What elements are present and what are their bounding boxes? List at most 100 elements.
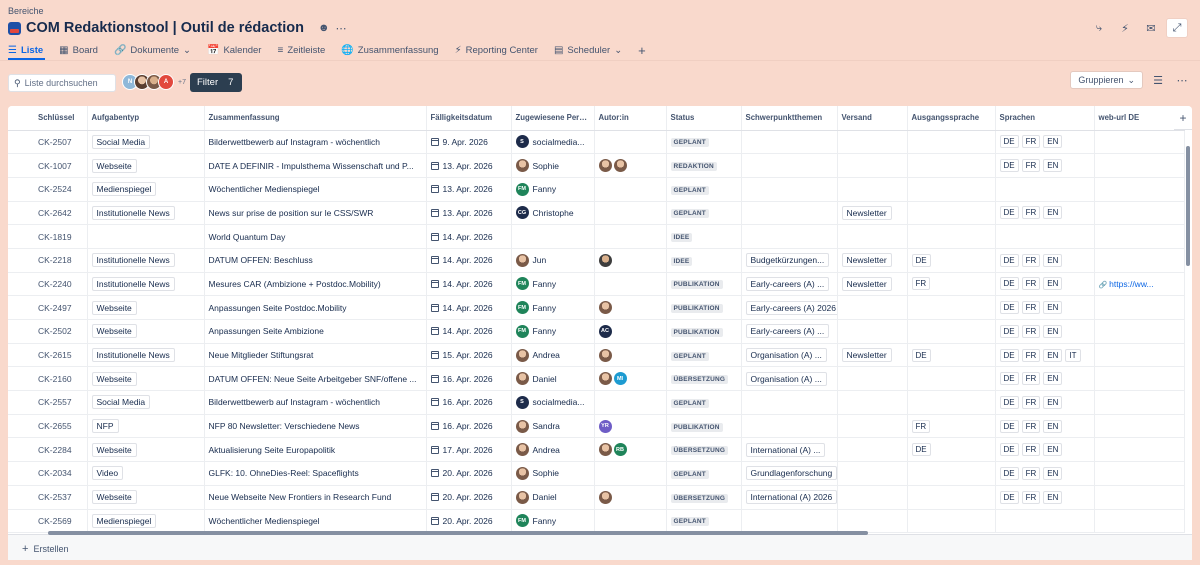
versand-cell[interactable]: [837, 390, 908, 415]
languages-cell[interactable]: DE FR EN: [995, 130, 1095, 155]
issue-key[interactable]: CK-1007: [8, 153, 88, 178]
assignee-cell[interactable]: Ssocialmedia...: [511, 390, 595, 415]
author-cell[interactable]: RB: [594, 437, 667, 463]
topic-cell[interactable]: [741, 414, 838, 439]
languages-cell[interactable]: DE FR EN: [995, 485, 1095, 510]
status-cell[interactable]: PUBLIKATION: [666, 272, 742, 297]
versand-cell[interactable]: Newsletter: [837, 343, 908, 368]
summary-cell[interactable]: DATUM OFFEN: Beschluss: [204, 248, 427, 273]
versand-cell[interactable]: Newsletter: [837, 201, 908, 226]
status-cell[interactable]: REDAKTION: [666, 153, 742, 178]
source-language-cell[interactable]: [907, 295, 996, 320]
topic-cell[interactable]: [741, 224, 838, 249]
column-header[interactable]: Zusammenfassung: [204, 106, 427, 131]
web-url-cell[interactable]: [1094, 177, 1185, 202]
status-cell[interactable]: GEPLANT: [666, 390, 742, 415]
summary-cell[interactable]: Neue Mitglieder Stiftungsrat: [204, 343, 427, 368]
task-type-cell[interactable]: Webseite: [87, 319, 205, 344]
versand-cell[interactable]: [837, 177, 908, 202]
due-date-cell[interactable]: 16. Apr. 2026: [426, 366, 512, 392]
due-date-cell[interactable]: 14. Apr. 2026: [426, 295, 512, 320]
versand-cell[interactable]: [837, 130, 908, 155]
source-language-cell[interactable]: [907, 509, 996, 534]
web-url-link[interactable]: https://ww...: [1109, 279, 1153, 289]
summary-cell[interactable]: Anpassungen Seite Ambizione: [204, 319, 427, 344]
author-cell[interactable]: [594, 224, 667, 249]
source-language-cell[interactable]: [907, 153, 996, 178]
source-language-cell[interactable]: [907, 485, 996, 510]
task-type-cell[interactable]: Webseite: [87, 437, 205, 463]
topic-cell[interactable]: Early-careers (A) ...: [741, 272, 838, 297]
due-date-cell[interactable]: 14. Apr. 2026: [426, 272, 512, 297]
author-cell[interactable]: [594, 509, 667, 534]
table-row[interactable]: CK-2284 Webseite Aktualisierung Seite Euro…: [8, 437, 1185, 463]
web-url-cell[interactable]: [1094, 366, 1185, 392]
web-url-cell[interactable]: [1094, 509, 1185, 534]
source-language-cell[interactable]: DE: [907, 437, 996, 463]
summary-cell[interactable]: GLFK: 10. OhneDies-Reel: Spaceflights: [204, 461, 427, 486]
source-language-cell[interactable]: [907, 366, 996, 392]
source-language-cell[interactable]: [907, 130, 996, 155]
column-header[interactable]: Zugewiesene Person: [511, 106, 595, 131]
summary-cell[interactable]: Wöchentlicher Medienspiegel: [204, 509, 427, 534]
web-url-cell[interactable]: [1094, 390, 1185, 415]
due-date-cell[interactable]: 14. Apr. 2026: [426, 224, 512, 249]
versand-cell[interactable]: [837, 153, 908, 178]
vertical-scrollbar[interactable]: [1186, 146, 1190, 266]
feedback-icon[interactable]: ✉: [1140, 18, 1162, 38]
issue-key[interactable]: CK-1819: [8, 224, 88, 249]
tab-scheduler[interactable]: ▤ Scheduler ⌄: [554, 42, 622, 58]
topic-cell[interactable]: [741, 177, 838, 202]
languages-cell[interactable]: DE FR EN: [995, 437, 1095, 463]
web-url-cell[interactable]: [1094, 153, 1185, 178]
share-icon[interactable]: ⤷: [1088, 18, 1110, 38]
status-cell[interactable]: ÜBERSETZUNG: [666, 485, 742, 510]
table-row[interactable]: CK-2615 Institutionelle News Neue Mitglied…: [8, 343, 1185, 368]
topic-cell[interactable]: [741, 390, 838, 415]
group-by-button[interactable]: Gruppieren ⌄: [1070, 71, 1143, 89]
versand-cell[interactable]: [837, 509, 908, 534]
status-cell[interactable]: GEPLANT: [666, 509, 742, 534]
versand-cell[interactable]: Newsletter: [837, 272, 908, 297]
languages-cell[interactable]: [995, 509, 1095, 534]
task-type-cell[interactable]: Social Media: [87, 130, 205, 155]
summary-cell[interactable]: Aktualisierung Seite Europapolitik: [204, 437, 427, 463]
issue-key[interactable]: CK-2537: [8, 485, 88, 510]
view-settings-icon[interactable]: ☰: [1148, 71, 1168, 89]
column-header[interactable]: Sprachen: [995, 106, 1095, 131]
languages-cell[interactable]: DE FR EN: [995, 461, 1095, 486]
assignee-cell[interactable]: Sophie: [511, 461, 595, 486]
author-cell[interactable]: AC: [594, 319, 667, 344]
column-header[interactable]: Schwerpunktthemen: [741, 106, 838, 131]
due-date-cell[interactable]: 14. Apr. 2026: [426, 319, 512, 344]
source-language-cell[interactable]: [907, 224, 996, 249]
topic-cell[interactable]: Grundlagenforschung: [741, 461, 838, 486]
topic-cell[interactable]: [741, 130, 838, 155]
status-cell[interactable]: PUBLIKATION: [666, 319, 742, 344]
author-cell[interactable]: [594, 343, 667, 368]
web-url-cell[interactable]: [1094, 130, 1185, 155]
assignee-cell[interactable]: Ssocialmedia...: [511, 130, 595, 155]
due-date-cell[interactable]: 16. Apr. 2026: [426, 414, 512, 439]
languages-cell[interactable]: DE FR EN: [995, 319, 1095, 344]
versand-cell[interactable]: [837, 485, 908, 510]
assignee-cell[interactable]: FM Fanny: [511, 295, 595, 320]
table-row[interactable]: CK-2240 Institutionelle News Mesures CAR (…: [8, 272, 1185, 297]
column-header[interactable]: web-url DE: [1094, 106, 1185, 131]
author-cell[interactable]: [594, 390, 667, 415]
assignee-cell[interactable]: Sandra: [511, 414, 595, 439]
assignee-cell[interactable]: Andrea: [511, 437, 595, 463]
due-date-cell[interactable]: 13. Apr. 2026: [426, 201, 512, 226]
summary-cell[interactable]: Mesures CAR (Ambizione + Postdoc.Mobilit…: [204, 272, 427, 297]
versand-cell[interactable]: [837, 224, 908, 249]
source-language-cell[interactable]: [907, 201, 996, 226]
status-cell[interactable]: PUBLIKATION: [666, 414, 742, 439]
filter-button[interactable]: Filter 7: [190, 73, 242, 92]
web-url-cell[interactable]: [1094, 461, 1185, 486]
column-header[interactable]: Ausgangssprache: [907, 106, 996, 131]
web-url-cell[interactable]: [1094, 437, 1185, 463]
table-row[interactable]: CK-2655 NFP NFP 80 Newsletter: Verschieden…: [8, 414, 1185, 439]
task-type-cell[interactable]: Video: [87, 461, 205, 486]
versand-cell[interactable]: [837, 461, 908, 486]
status-cell[interactable]: GEPLANT: [666, 177, 742, 202]
